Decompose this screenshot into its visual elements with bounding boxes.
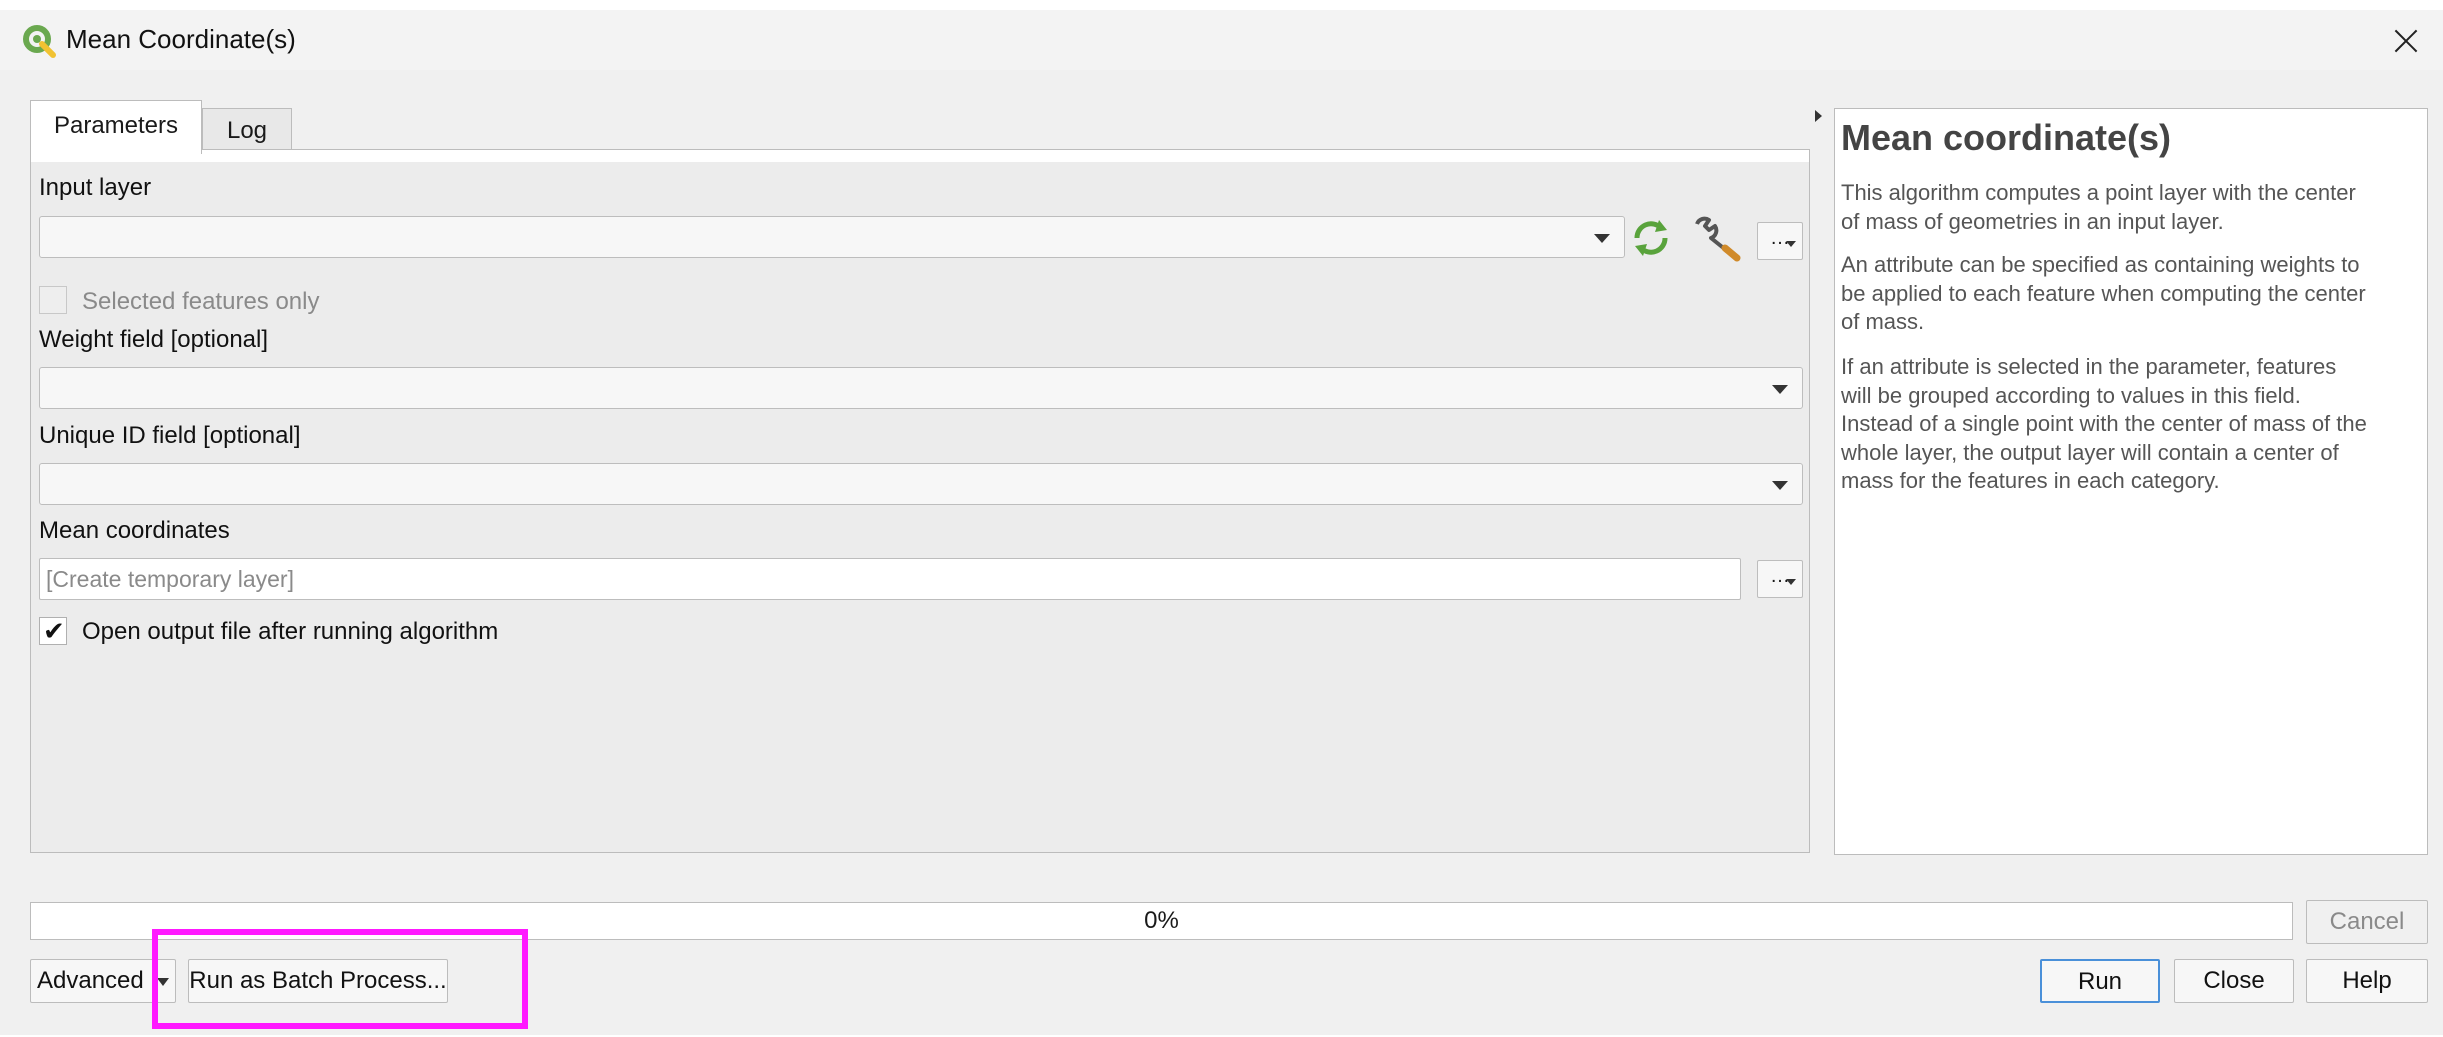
weight-field-label: Weight field [optional] [39, 326, 269, 353]
chevron-down-icon [1772, 481, 1788, 490]
help-paragraph-3: If an attribute is selected in the param… [1841, 354, 2367, 493]
tab-parameters[interactable]: Parameters [30, 100, 202, 154]
run-as-batch-button[interactable]: Run as Batch Process... [188, 959, 448, 1003]
weight-field-combo[interactable] [39, 367, 1803, 409]
parameters-panel: Input layer … Selected features only Wei… [30, 149, 1810, 853]
selected-only-label: Selected features only [82, 288, 320, 315]
title-bar: Mean Coordinate(s) [0, 10, 2443, 70]
qgis-logo-icon [23, 25, 56, 58]
tab-log[interactable]: Log [202, 108, 292, 154]
advanced-button[interactable]: Advanced [30, 959, 176, 1003]
input-layer-label: Input layer [39, 174, 152, 201]
collapse-help-icon[interactable] [1815, 110, 1822, 122]
chevron-down-icon [1594, 234, 1610, 243]
progress-bar: 0% [30, 902, 2293, 940]
help-button[interactable]: Help [2306, 959, 2428, 1003]
dropdown-arrow-icon [157, 978, 169, 986]
help-panel: Mean coordinate(s) This algorithm comput… [1834, 108, 2428, 855]
close-button[interactable]: Close [2174, 959, 2294, 1003]
help-paragraph-1: This algorithm computes a point layer wi… [1841, 180, 2356, 234]
run-button[interactable]: Run [2040, 959, 2160, 1003]
selected-only-checkbox[interactable] [39, 286, 67, 314]
chevron-down-icon [1772, 385, 1788, 394]
input-layer-combo[interactable] [39, 216, 1625, 258]
unique-id-label: Unique ID field [optional] [39, 422, 301, 449]
open-output-label: Open output file after running algorithm [82, 618, 499, 645]
open-output-checkbox[interactable] [39, 616, 67, 647]
output-options-button[interactable]: … [1757, 560, 1803, 598]
help-paragraph-2: An attribute can be specified as contain… [1841, 252, 2366, 334]
input-layer-options-button[interactable]: … [1757, 222, 1803, 260]
cancel-button[interactable]: Cancel [2306, 900, 2428, 944]
progress-label: 0% [1144, 907, 1179, 934]
close-icon[interactable] [2381, 16, 2431, 66]
help-title: Mean coordinate(s) [1841, 117, 2172, 158]
mean-coordinates-label: Mean coordinates [39, 517, 230, 544]
window-title: Mean Coordinate(s) [66, 24, 296, 54]
mean-coordinates-output-field[interactable]: [Create temporary layer] [39, 558, 1741, 600]
wrench-icon[interactable] [1691, 214, 1743, 262]
dialog-window: Mean Coordinate(s) Parameters Log Input … [0, 10, 2443, 1035]
iterate-refresh-icon[interactable] [1629, 216, 1673, 260]
unique-id-combo[interactable] [39, 463, 1803, 505]
